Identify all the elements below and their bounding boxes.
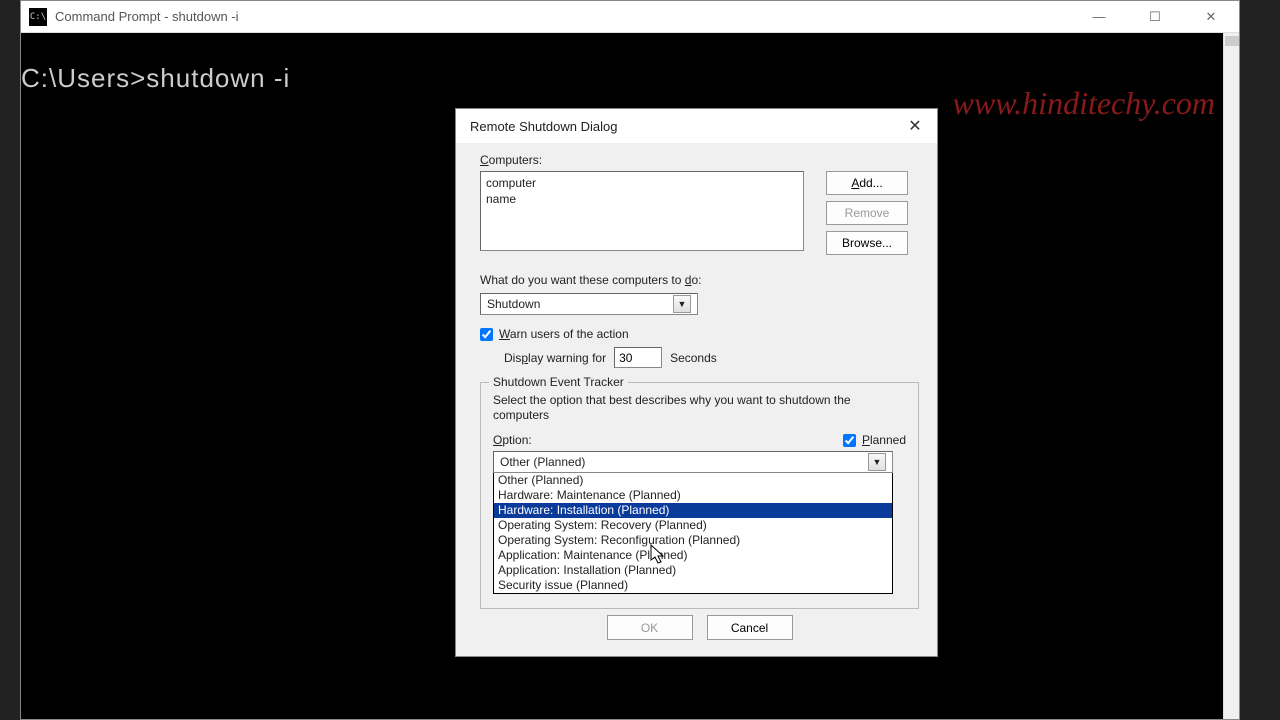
option-item[interactable]: Security issue (Planned) — [494, 578, 892, 593]
option-select[interactable]: Other (Planned) ▼ — [493, 451, 893, 473]
option-item[interactable]: Other (Planned) — [494, 473, 892, 488]
computers-listbox[interactable]: computer name — [480, 171, 804, 251]
cancel-button[interactable]: Cancel — [707, 615, 793, 640]
warn-checkbox[interactable] — [480, 328, 493, 341]
action-selected-text: Shutdown — [487, 297, 540, 311]
seconds-label: Seconds — [670, 351, 717, 365]
action-select[interactable]: Shutdown ▼ — [480, 293, 698, 315]
warning-seconds-input[interactable] — [614, 347, 662, 368]
titlebar[interactable]: C:\ Command Prompt - shutdown -i — ☐ ✕ — [21, 1, 1239, 33]
dialog-title: Remote Shutdown Dialog — [470, 119, 617, 134]
action-label: What do you want these computers to do: — [480, 273, 919, 287]
option-selected-text: Other (Planned) — [500, 455, 585, 469]
ok-button[interactable]: OK — [607, 615, 693, 640]
option-item[interactable]: Hardware: Installation (Planned) — [494, 503, 892, 518]
browse-button[interactable]: Browse... — [826, 231, 908, 255]
planned-checkbox[interactable] — [843, 434, 856, 447]
minimize-button[interactable]: — — [1083, 6, 1115, 28]
option-item[interactable]: Operating System: Recovery (Planned) — [494, 518, 892, 533]
chevron-down-icon: ▼ — [868, 453, 886, 471]
option-item[interactable]: Hardware: Maintenance (Planned) — [494, 488, 892, 503]
add-button[interactable]: Add... — [826, 171, 908, 195]
maximize-button[interactable]: ☐ — [1139, 6, 1171, 28]
remote-shutdown-dialog: Remote Shutdown Dialog ✕ Computers: comp… — [455, 108, 938, 657]
watermark: www.hinditechy.com — [953, 85, 1215, 122]
close-button[interactable]: ✕ — [1195, 6, 1227, 28]
chevron-down-icon: ▼ — [673, 295, 691, 313]
display-warning-label: Display warning for — [504, 351, 606, 365]
cmd-icon: C:\ — [29, 8, 47, 26]
scrollbar-thumb[interactable] — [1225, 36, 1239, 46]
option-dropdown-list[interactable]: Other (Planned)Hardware: Maintenance (Pl… — [493, 473, 893, 594]
shutdown-event-tracker-group: Shutdown Event Tracker Select the option… — [480, 382, 919, 609]
option-item[interactable]: Application: Installation (Planned) — [494, 563, 892, 578]
scrollbar[interactable] — [1223, 33, 1239, 719]
planned-label: Planned — [862, 433, 906, 447]
remove-button[interactable]: Remove — [826, 201, 908, 225]
option-item[interactable]: Operating System: Reconfiguration (Plann… — [494, 533, 892, 548]
dialog-titlebar[interactable]: Remote Shutdown Dialog ✕ — [456, 109, 937, 143]
warn-label: Warn users of the action — [499, 327, 629, 341]
tracker-description: Select the option that best describes wh… — [493, 393, 906, 423]
computers-label: Computers: — [480, 153, 919, 167]
option-label: Option: — [493, 433, 532, 447]
close-icon[interactable]: ✕ — [901, 116, 929, 136]
tracker-legend: Shutdown Event Tracker — [489, 375, 628, 389]
option-item[interactable]: Application: Maintenance (Planned) — [494, 548, 892, 563]
window-title: Command Prompt - shutdown -i — [55, 9, 239, 24]
